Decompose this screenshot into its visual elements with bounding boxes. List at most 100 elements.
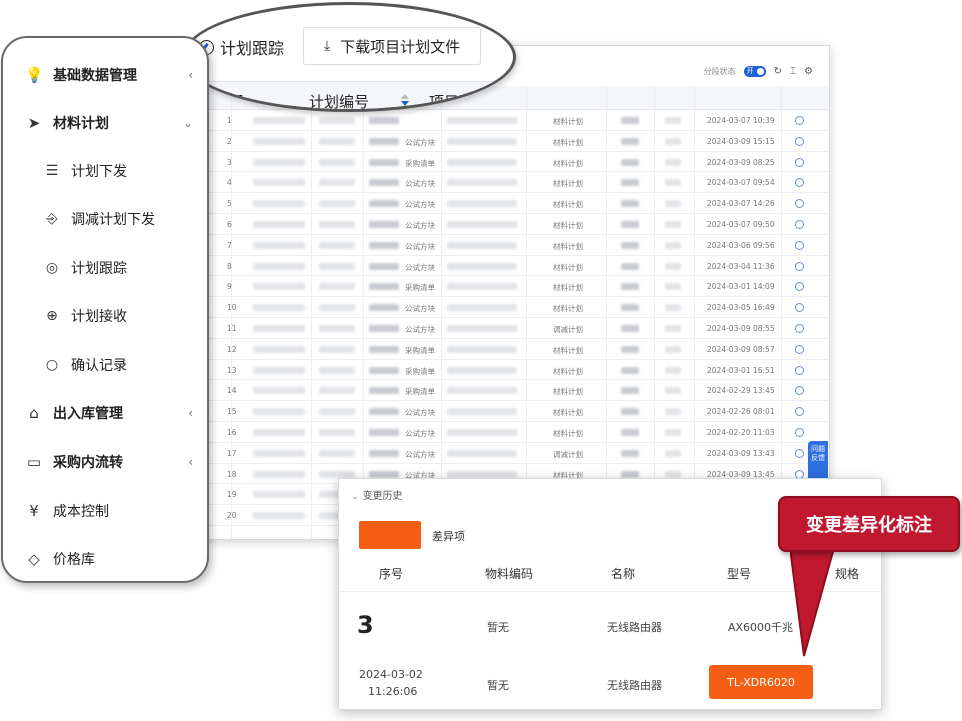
table-body: 1 材料计划 2024-03-07 10:39 2 公试方块 材料计划 2024-03-09… <box>191 110 829 526</box>
redacted-cell <box>621 345 639 353</box>
history-title[interactable]: 变更历史 <box>351 487 403 502</box>
sidebar-item-label: 计划跟踪 <box>71 261 127 277</box>
view-eye-icon[interactable] <box>795 407 804 417</box>
view-eye-icon[interactable] <box>795 116 804 125</box>
redacted-cell <box>253 262 305 270</box>
redacted-cell <box>319 158 355 166</box>
callout-pointer <box>790 548 836 657</box>
table-row[interactable]: 12 采购清单 材料计划 2024-03-09 08:57 <box>191 339 829 360</box>
sidebar-item-7[interactable]: ⌂ 出入库管理 ‹ <box>3 398 207 428</box>
table-row[interactable]: 8 公试方块 材料计划 2024-03-04 11:36 <box>191 256 829 277</box>
row-date: 2024-03-05 16:49 <box>707 303 775 313</box>
sidebar-item-5[interactable]: ⊕ 计划接收 <box>3 301 207 331</box>
table-row[interactable]: 9 采购清单 材料计划 2024-03-01 14:09 <box>191 276 829 298</box>
sidebar-item-0[interactable]: 💡 基础数据管理 ‹ <box>3 60 207 90</box>
view-eye-icon[interactable] <box>795 261 804 271</box>
redacted-cell <box>253 345 305 353</box>
sidebar-item-1[interactable]: ➤ 材料计划 ⌄ <box>3 108 207 138</box>
row-index: 16 <box>227 427 237 437</box>
row-kind: 公试方块 <box>405 304 435 314</box>
download-plan-file-button[interactable]: ⤓ 下载项目计划文件 <box>303 27 481 65</box>
table-row[interactable]: 13 采购清单 材料计划 2024-03-01 16:51 <box>191 360 829 381</box>
row-index: 1 <box>227 116 232 125</box>
view-eye-icon[interactable] <box>795 199 804 209</box>
view-eye-icon[interactable] <box>795 136 804 146</box>
table-row[interactable]: 11 公试方块 调减计划 2024-03-09 08:55 <box>191 318 829 339</box>
table-row[interactable]: 4 公试方块 材料计划 2024-03-07 09:54 <box>191 172 829 194</box>
redacted-cell <box>319 200 355 208</box>
refresh-icon[interactable]: ↻ <box>774 66 782 77</box>
redacted-cell <box>369 345 399 353</box>
sidebar-item-4[interactable]: ◎ 计划跟踪 <box>3 253 207 283</box>
redacted-cell <box>447 449 517 457</box>
sidebar-item-3[interactable]: ⎆ 调减计划下发 <box>3 204 207 234</box>
diff-legend-swatch <box>359 521 421 549</box>
redacted-cell <box>665 366 681 374</box>
redacted-cell <box>369 304 399 312</box>
row-date: 2024-03-01 16:51 <box>707 365 775 375</box>
col-plan-no-header[interactable]: 计划编号 <box>309 91 369 109</box>
redacted-cell <box>621 428 639 436</box>
table-row[interactable]: 7 公试方块 材料计划 2024-03-06 09:56 <box>191 235 829 256</box>
table-row[interactable]: 16 公试方块 材料计划 2024-02-20 11:03 <box>191 422 829 443</box>
redacted-cell <box>319 428 355 436</box>
sidebar-item-9[interactable]: ¥ 成本控制 <box>3 496 207 526</box>
view-eye-icon[interactable] <box>795 282 804 292</box>
table-row[interactable]: 5 公试方块 材料计划 2024-03-07 14:26 <box>191 193 829 214</box>
redacted-cell <box>253 200 305 208</box>
table-row[interactable]: 2 公试方块 材料计划 2024-03-09 15:15 <box>191 131 829 152</box>
view-eye-icon[interactable] <box>795 386 804 396</box>
row-plan-type: 材料计划 <box>553 117 583 126</box>
sidebar-item-8[interactable]: ▭ 采购内流转 ‹ <box>3 447 207 477</box>
redacted-cell <box>369 387 399 395</box>
table-row[interactable]: 17 公试方块 调减计划 2024-03-09 13:43 <box>191 443 829 464</box>
view-eye-icon[interactable] <box>795 448 804 458</box>
view-eye-icon[interactable] <box>795 178 804 188</box>
redacted-cell <box>369 283 399 291</box>
view-eye-icon[interactable] <box>795 323 804 333</box>
redacted-cell <box>319 345 355 353</box>
column-height-icon[interactable]: ⌶ <box>790 66 796 77</box>
table-row[interactable]: 1 材料计划 2024-03-07 10:39 <box>191 110 829 131</box>
col-index-header[interactable]: 序号 <box>215 91 245 109</box>
redacted-cell <box>447 387 517 395</box>
zoomed-column-header: 序号 计划编号 项目 <box>185 81 513 109</box>
table-row[interactable]: 6 公试方块 材料计划 2024-03-07 09:50 <box>191 214 829 235</box>
sidebar-item-6[interactable]: ○ 确认记录 <box>3 350 207 380</box>
col-project-header[interactable]: 项目 <box>429 91 459 109</box>
view-eye-icon[interactable] <box>795 365 804 375</box>
sidebar-item-label: 确认记录 <box>71 358 127 374</box>
settings-icon[interactable]: ⚙ <box>804 66 813 77</box>
view-eye-icon[interactable] <box>795 157 804 167</box>
sidebar-item-2[interactable]: ☰ 计划下发 <box>3 156 207 186</box>
view-eye-icon[interactable] <box>795 303 804 313</box>
history-row2-time: 11:26:06 <box>368 685 418 698</box>
redacted-cell <box>319 449 355 457</box>
redacted-cell <box>447 304 517 312</box>
redacted-cell <box>319 241 355 249</box>
table-row[interactable]: 3 采购清单 材料计划 2024-03-09 08:25 <box>191 152 829 173</box>
row-plan-type: 调减计划 <box>553 449 583 459</box>
redacted-cell <box>253 179 305 187</box>
redacted-cell <box>369 117 399 124</box>
redacted-cell <box>319 137 355 145</box>
table-row[interactable]: 14 采购清单 材料计划 2024-02-29 13:45 <box>191 380 829 402</box>
list-icon: ☰ <box>45 163 59 179</box>
table-row[interactable]: 10 公试方块 材料计划 2024-03-05 16:49 <box>191 297 829 318</box>
sidebar-item-10[interactable]: ◇ 价格库 <box>3 544 207 574</box>
redacted-cell <box>253 220 305 228</box>
view-eye-icon[interactable] <box>795 427 804 437</box>
redacted-cell <box>665 304 681 312</box>
status-toggle[interactable]: 开 <box>743 66 766 77</box>
view-eye-icon[interactable] <box>795 240 804 250</box>
redacted-cell <box>621 470 639 478</box>
table-row[interactable]: 15 公试方块 材料计划 2024-02-26 08:01 <box>191 401 829 422</box>
redacted-cell <box>253 428 305 436</box>
row-index: 7 <box>227 240 232 250</box>
view-eye-icon[interactable] <box>795 344 804 354</box>
history-row1-name: 无线路由器 <box>607 621 662 634</box>
view-eye-icon[interactable] <box>795 219 804 229</box>
sort-icon[interactable] <box>401 94 409 106</box>
sidebar-item-label: 调减计划下发 <box>71 212 155 228</box>
row-plan-type: 材料计划 <box>553 408 583 418</box>
